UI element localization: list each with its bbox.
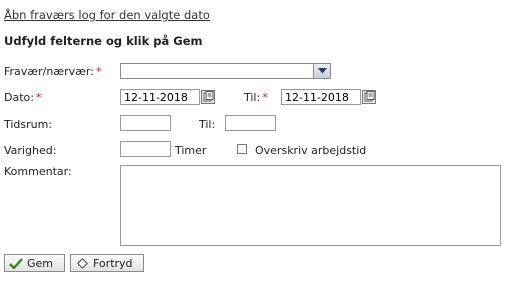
absence-label: Fravær/nærvær: [4,65,94,78]
date-label: Dato: [4,91,34,104]
open-absence-log-link[interactable]: Åbn fraværs log for den valgte dato [4,8,210,22]
timespan-to-label: Til: [199,118,216,131]
save-button[interactable]: Gem [4,254,65,272]
cancel-button[interactable]: Fortryd [70,254,144,272]
duration-unit-label: Timer [175,144,207,157]
override-worktime-label: Overskriv arbejdstid [255,144,367,157]
comment-textarea[interactable] [120,165,501,246]
cancel-button-label: Fortryd [93,256,133,270]
timespan-to-input[interactable] [225,115,276,131]
override-worktime-checkbox[interactable] [237,144,247,154]
diamond-icon [75,257,89,269]
form-heading: Udfyld felterne og klik på Gem [4,34,203,48]
absence-select[interactable] [120,63,331,79]
calendar-icon[interactable] [201,90,215,104]
absence-label-row: Fravær/nærvær: * [4,65,101,78]
calendar-icon[interactable] [362,90,376,104]
date-from-input[interactable] [120,89,200,105]
required-marker: * [95,65,102,78]
checkmark-icon [9,257,23,269]
duration-input[interactable] [120,141,171,157]
date-label-row: Dato: * [4,91,41,104]
required-marker: * [35,91,42,104]
date-to-label: Til: [244,91,261,104]
required-marker: * [262,91,268,104]
chevron-down-icon[interactable] [313,64,330,78]
duration-label: Varighed: [4,144,57,157]
timespan-from-input[interactable] [120,115,171,131]
comment-label: Kommentar: [4,165,72,178]
date-to-label-row: Til: * [244,91,268,104]
save-button-label: Gem [27,256,54,270]
timespan-label: Tidsrum: [4,118,53,131]
date-to-input[interactable] [281,89,361,105]
